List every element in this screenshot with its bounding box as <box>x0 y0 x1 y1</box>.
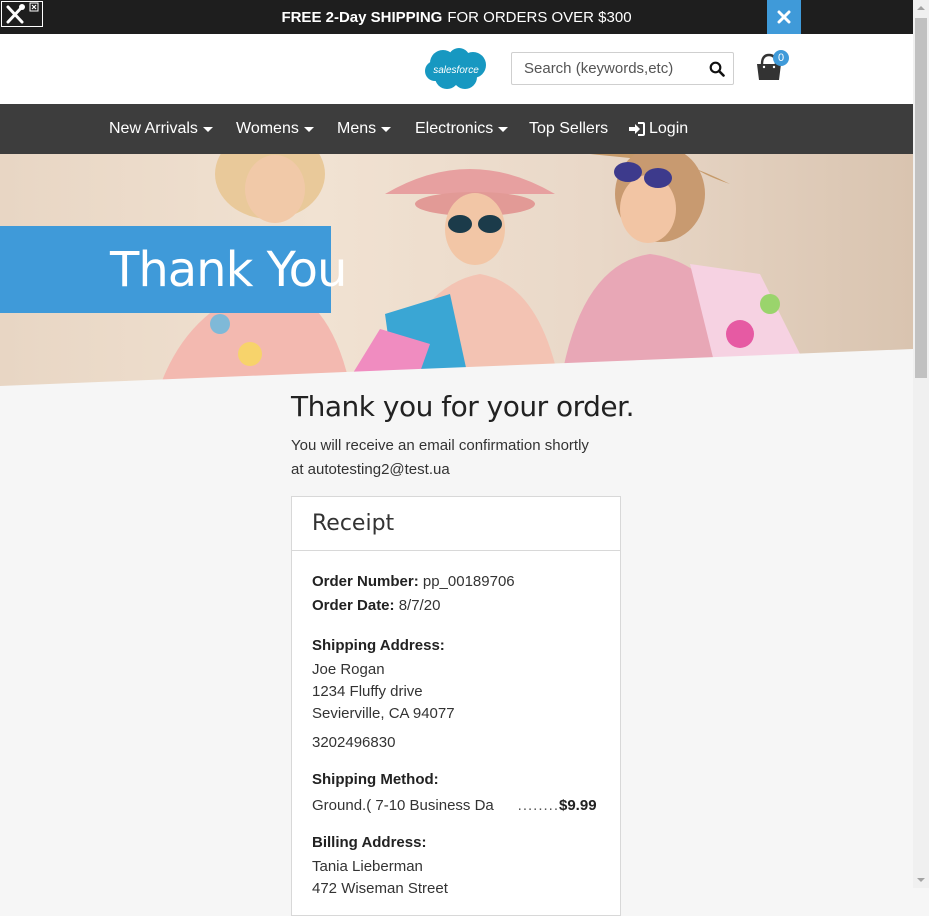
order-number-label: Order Number: <box>312 573 419 590</box>
nav-label: Mens <box>337 120 377 137</box>
order-number-row: Order Number: pp_00189706 <box>312 573 515 590</box>
billing-name: Tania Lieberman <box>312 858 423 875</box>
shipping-dots: ........ <box>517 797 559 814</box>
search-input[interactable] <box>512 53 714 84</box>
shipping-city: Sevierville, CA 94077 <box>312 705 455 722</box>
caret-down-icon <box>303 126 314 132</box>
nav-label: Top Sellers <box>529 120 609 137</box>
billing-street: 472 Wiseman Street <box>312 880 448 897</box>
receipt-header: Receipt <box>292 497 620 551</box>
caret-down-icon <box>381 126 392 132</box>
hero-title: Thank You <box>110 242 347 298</box>
page-title: Thank you for your order. <box>291 390 634 423</box>
shipping-address-label: Shipping Address: <box>312 637 445 654</box>
search-box <box>511 52 734 85</box>
promo-bold-text: FREE 2-Day SHIPPING <box>281 8 443 26</box>
receipt-title: Receipt <box>312 511 395 536</box>
order-date-value: 8/7/20 <box>398 597 441 614</box>
svg-text:salesforce: salesforce <box>433 65 479 76</box>
billing-address-heading: Billing Address: <box>312 834 427 851</box>
nav-womens[interactable]: Womens <box>236 120 314 138</box>
order-number-value: pp_00189706 <box>422 573 515 590</box>
order-date-row: Order Date: 8/7/20 <box>312 597 440 614</box>
nav-label: Electronics <box>415 120 494 137</box>
shipping-method-heading: Shipping Method: <box>312 771 439 788</box>
hero-title-box: Thank You <box>0 226 347 313</box>
page-scrollbar[interactable] <box>913 0 929 888</box>
hero-banner: Thank You <box>0 154 913 386</box>
sign-in-icon <box>629 122 645 136</box>
scroll-up-arrow-icon[interactable] <box>917 6 925 10</box>
shipping-method-label: Shipping Method: <box>312 771 439 788</box>
billing-address-label: Billing Address: <box>312 834 426 851</box>
cart-count-badge: 0 <box>773 50 789 66</box>
salesforce-logo[interactable]: salesforce <box>423 47 489 91</box>
main-navigation: New Arrivals Womens Mens Electronics Top… <box>0 104 913 154</box>
shipping-price: $9.99 <box>559 797 597 814</box>
nav-electronics[interactable]: Electronics <box>415 120 509 138</box>
scrollbar-thumb[interactable] <box>915 18 927 378</box>
receipt-card: Receipt Order Number: pp_00189706 Order … <box>291 496 621 916</box>
nav-label: Womens <box>236 120 299 137</box>
shipping-method-row: Ground.( 7-10 Business Da ........ $9.99 <box>312 797 600 814</box>
nav-mens[interactable]: Mens <box>337 120 392 138</box>
nav-new-arrivals[interactable]: New Arrivals <box>109 120 213 138</box>
caret-down-icon <box>202 126 213 132</box>
promo-close-button[interactable] <box>767 0 801 34</box>
nav-label: Login <box>649 120 689 137</box>
confirmation-message: You will receive an email confirmation s… <box>291 434 621 482</box>
close-icon <box>777 10 791 24</box>
caret-down-icon <box>498 126 509 132</box>
order-date-label: Order Date: <box>312 597 395 614</box>
shipping-address-heading: Shipping Address: <box>312 637 445 654</box>
nav-top-sellers[interactable]: Top Sellers <box>529 120 608 138</box>
shipping-phone: 3202496830 <box>312 734 396 751</box>
confirmation-line: You will receive an email confirmation s… <box>291 437 589 454</box>
nav-label: New Arrivals <box>109 120 198 137</box>
scroll-down-arrow-icon[interactable] <box>917 878 925 882</box>
nav-login[interactable]: Login <box>629 120 688 138</box>
promo-text: FOR ORDERS OVER $300 <box>447 8 632 26</box>
shipping-street: 1234 Fluffy drive <box>312 683 423 700</box>
confirmation-email: at autotesting2@test.ua <box>291 461 450 478</box>
site-header: salesforce 0 <box>0 34 913 104</box>
tools-icon[interactable] <box>1 1 43 27</box>
shipping-name: Joe Rogan <box>312 661 385 678</box>
shipping-method-name: Ground.( 7-10 Business Da <box>312 797 494 814</box>
search-icon[interactable] <box>709 61 725 77</box>
